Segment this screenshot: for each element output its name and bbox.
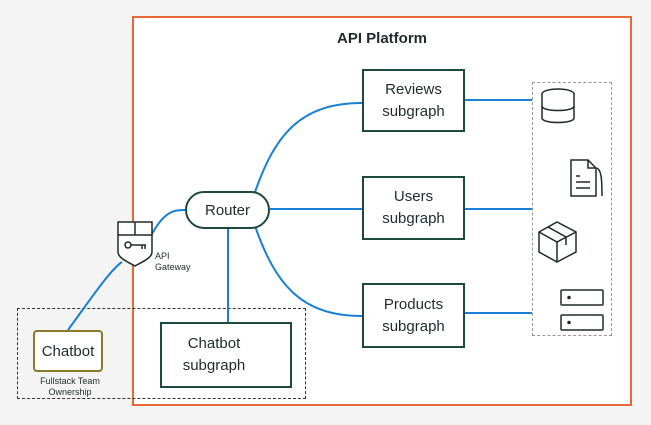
- ownership-label-line1: Fullstack Team: [40, 376, 100, 386]
- users-subgraph-node[interactable]: Users subgraph: [362, 176, 465, 240]
- users-subgraph-line1: Users: [393, 188, 434, 205]
- ownership-label-line2: Ownership: [48, 387, 92, 397]
- products-subgraph-line2: subgraph: [382, 317, 445, 335]
- reviews-subgraph-line2: subgraph: [382, 102, 445, 120]
- router-reviews-connector: [254, 102, 363, 193]
- server-icon: [560, 289, 604, 331]
- router-products-connector: [254, 225, 363, 317]
- box-icon: [538, 221, 577, 263]
- shield-key-icon: [117, 221, 153, 267]
- chatbot-client-label: Chatbot: [41, 342, 95, 360]
- reviews-subgraph-line1: Reviews: [385, 80, 442, 98]
- router-node[interactable]: Router: [185, 191, 270, 229]
- document-icon: [570, 159, 603, 197]
- router-label: Router: [204, 201, 251, 219]
- users-subgraph-line2: subgraph: [382, 210, 445, 227]
- gateway-label: API Gateway: [155, 251, 191, 273]
- chatbot-subgraph-line2: subgraph: [182, 357, 246, 374]
- gateway-router-connector: [151, 209, 187, 235]
- ownership-label: Fullstack Team Ownership: [22, 376, 118, 398]
- chatbot-subgraph-line1: Chatbot: [187, 335, 241, 352]
- chatbot-client-node[interactable]: Chatbot: [33, 330, 103, 372]
- chatbot-gateway-connector: [67, 261, 123, 331]
- database-icon: [541, 88, 575, 124]
- gateway-label-line2: Gateway: [155, 262, 191, 272]
- reviews-subgraph-node[interactable]: Reviews subgraph: [362, 69, 465, 132]
- architecture-diagram: API Platform Router Reviews subgraph Use…: [0, 0, 651, 425]
- products-subgraph-line1: Products: [383, 295, 444, 313]
- products-subgraph-node[interactable]: Products subgraph: [362, 283, 465, 348]
- chatbot-subgraph-node[interactable]: Chatbot subgraph: [160, 322, 292, 388]
- gateway-label-line1: API: [155, 251, 170, 261]
